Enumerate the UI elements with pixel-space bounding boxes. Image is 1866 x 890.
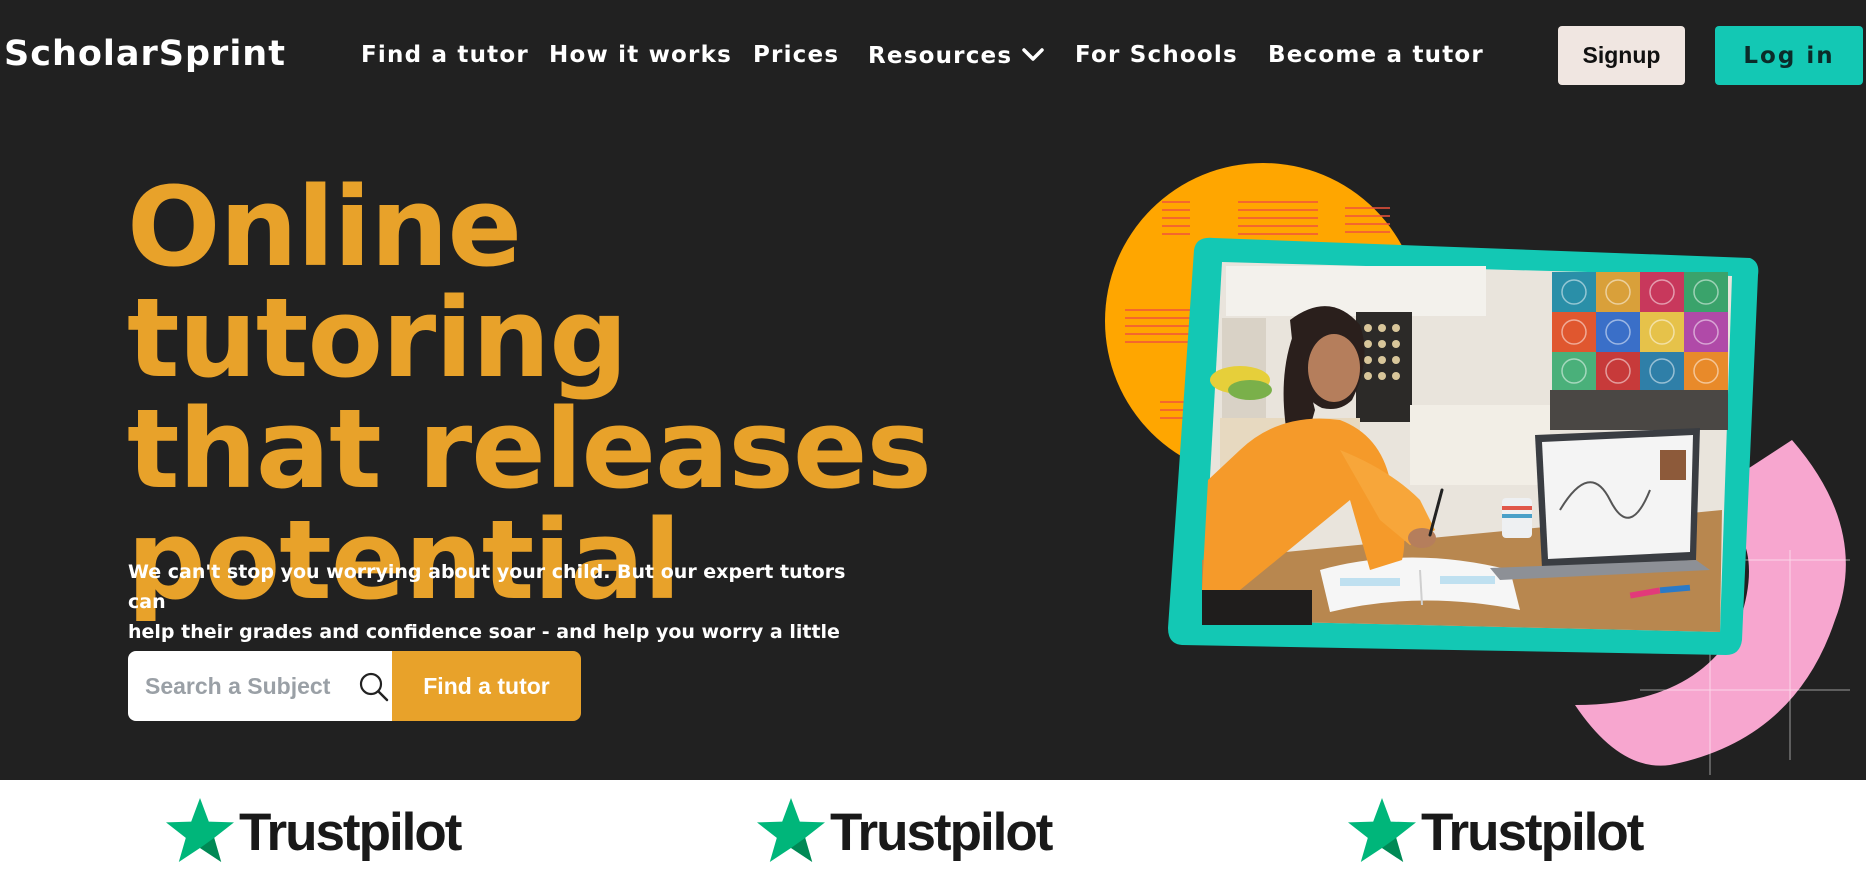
subject-search: Find a tutor xyxy=(128,651,581,721)
star-icon xyxy=(165,796,235,869)
star-icon xyxy=(756,796,826,869)
hero-subtitle-line-1: We can't stop you worrying about your ch… xyxy=(128,561,846,613)
tutoring-photo xyxy=(1202,262,1732,632)
hero-title: Online tutoring that releases potential xyxy=(127,172,1027,616)
trustpilot-wordmark: Trustpilot xyxy=(239,802,462,862)
nav-resources-label: Resources xyxy=(868,43,1013,69)
nav-how-it-works[interactable]: How it works xyxy=(549,42,732,68)
nav-resources[interactable]: Resources xyxy=(868,42,1044,69)
nav-find-a-tutor[interactable]: Find a tutor xyxy=(361,42,529,68)
top-nav: ScholarSprint Find a tutor How it works … xyxy=(0,0,1866,112)
nav-prices[interactable]: Prices xyxy=(753,42,839,68)
find-a-tutor-button[interactable]: Find a tutor xyxy=(392,651,581,721)
trustpilot-badge-1[interactable]: Trustpilot xyxy=(165,796,462,869)
nav-become-a-tutor[interactable]: Become a tutor xyxy=(1268,42,1484,68)
hero-title-line-2: that releases xyxy=(127,385,932,513)
search-field-container xyxy=(128,651,392,721)
search-icon[interactable] xyxy=(358,671,390,703)
signup-button[interactable]: Signup xyxy=(1558,26,1685,85)
login-button[interactable]: Log in xyxy=(1715,26,1863,85)
trustpilot-badge-3[interactable]: Trustpilot xyxy=(1347,796,1644,869)
hero-illustration xyxy=(1090,150,1866,780)
trustpilot-wordmark: Trustpilot xyxy=(830,802,1053,862)
star-icon xyxy=(1347,796,1417,869)
nav-for-schools[interactable]: For Schools xyxy=(1075,42,1238,68)
subject-search-input[interactable] xyxy=(145,672,340,700)
trustpilot-wordmark: Trustpilot xyxy=(1421,802,1644,862)
hero-artwork-svg xyxy=(1105,163,1850,775)
hero-title-line-1: Online tutoring xyxy=(127,163,628,402)
brand-logo[interactable]: ScholarSprint xyxy=(4,34,286,74)
trustpilot-strip: Trustpilot Trustpilot Trustpilot xyxy=(0,780,1866,890)
chevron-down-icon xyxy=(1022,42,1044,68)
trustpilot-badge-2[interactable]: Trustpilot xyxy=(756,796,1053,869)
